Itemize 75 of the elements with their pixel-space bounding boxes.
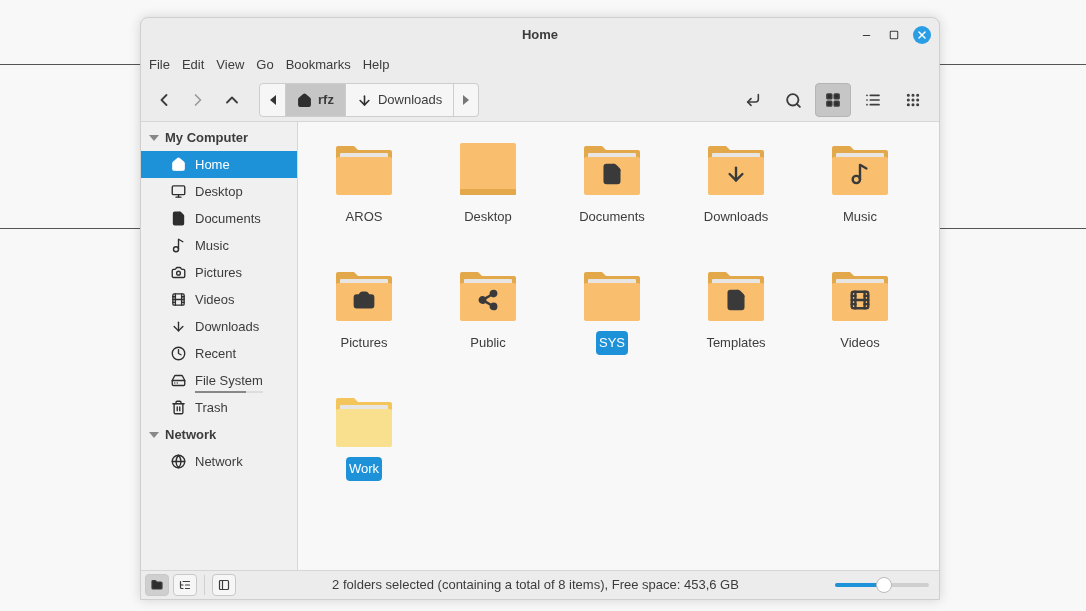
camera-icon	[171, 265, 186, 280]
monitor-icon	[171, 184, 186, 199]
sidebar-section-title: Network	[165, 425, 217, 444]
sidebar-item-label: Trash	[195, 398, 228, 417]
sidebar-item[interactable]: Documents	[141, 205, 297, 232]
panel-icon	[218, 579, 230, 591]
sidebar-item-label: Pictures	[195, 263, 242, 282]
sidebar-item-label: Home	[195, 155, 230, 174]
drive-icon	[171, 373, 186, 388]
menu-item[interactable]: Go	[250, 53, 280, 77]
return-arrow-icon	[745, 92, 761, 108]
places-pane-button[interactable]	[145, 574, 169, 596]
folder-name[interactable]: Templates	[703, 331, 769, 355]
folder-name[interactable]: Documents	[576, 205, 648, 229]
tree-pane-button[interactable]	[173, 574, 197, 596]
music-note-icon	[171, 238, 186, 253]
grid-icon	[825, 92, 841, 108]
folder-name[interactable]: Downloads	[700, 205, 772, 229]
left-triangle-icon	[269, 95, 276, 105]
clock-icon	[171, 346, 186, 361]
sidebar-item-label: File System	[195, 371, 263, 390]
globe-icon	[171, 454, 186, 469]
icons-view-button[interactable]	[815, 83, 851, 117]
close-icon	[916, 29, 928, 41]
right-triangle-icon	[463, 95, 470, 105]
sidebar-item-label: Recent	[195, 344, 237, 363]
folder-name[interactable]: Videos	[837, 331, 883, 355]
folder-name[interactable]: Public	[467, 331, 509, 355]
toggle-sidebar-button[interactable]	[212, 574, 236, 596]
sidebar-item-label: Network	[195, 452, 243, 471]
folder-name[interactable]: AROS	[342, 205, 386, 229]
folder-name[interactable]: Desktop	[461, 205, 515, 229]
status-text: 2 folders selected (containing a total of 8 items), Free space: 453,6 GB	[332, 576, 739, 595]
list-icon	[865, 92, 881, 108]
expander-icon[interactable]	[149, 133, 159, 142]
window-title: Home	[521, 25, 559, 44]
sidebar-section-title: My Computer	[165, 128, 249, 147]
folder-name[interactable]: Music	[840, 205, 880, 229]
folder-icon	[151, 579, 163, 591]
maximize-icon	[889, 30, 899, 40]
sidebar-item[interactable]: Pictures	[141, 259, 297, 286]
breadcrumb-button[interactable]: rfz	[286, 84, 346, 116]
sidebar-item-label: Documents	[195, 209, 261, 228]
expander-icon[interactable]	[149, 430, 159, 439]
film-icon	[171, 292, 186, 307]
menu-item[interactable]: File	[143, 53, 176, 77]
sidebar-item-label: Desktop	[195, 182, 243, 201]
folder-name[interactable]: Pictures	[337, 331, 391, 355]
close-button[interactable]	[913, 26, 931, 44]
sidebar-item[interactable]: Downloads	[141, 313, 297, 340]
zoom-slider-thumb[interactable]	[875, 577, 892, 593]
menu-item[interactable]: View	[210, 53, 251, 77]
sidebar-item[interactable]: Network	[141, 448, 297, 475]
sidebar-item[interactable]: File System	[141, 367, 297, 394]
down-arrow-icon	[356, 92, 372, 108]
sidebar-item[interactable]: Music	[141, 232, 297, 259]
zoom-slider[interactable]	[835, 577, 929, 593]
sidebar-item[interactable]: Desktop	[141, 178, 297, 205]
down-arrow-icon	[171, 319, 186, 334]
trash-icon	[171, 400, 186, 415]
sidebar-item[interactable]: Trash	[141, 394, 297, 421]
document-icon	[171, 211, 186, 226]
menu-item[interactable]: Bookmarks	[279, 53, 357, 77]
dots-grid-icon	[905, 92, 921, 108]
search-icon	[784, 91, 802, 109]
sidebar-item[interactable]: Recent	[141, 340, 297, 367]
sidebar-item-label: Downloads	[195, 317, 260, 336]
tree-icon	[179, 579, 191, 591]
sidebar-item-label: Music	[195, 236, 229, 255]
sidebar-item-label: Videos	[195, 290, 235, 309]
menu-item[interactable]: Edit	[175, 53, 211, 77]
menu-item[interactable]: Help	[356, 53, 396, 77]
sidebar-item[interactable]: Videos	[141, 286, 297, 313]
home-icon	[297, 92, 312, 108]
home-icon	[171, 157, 186, 172]
